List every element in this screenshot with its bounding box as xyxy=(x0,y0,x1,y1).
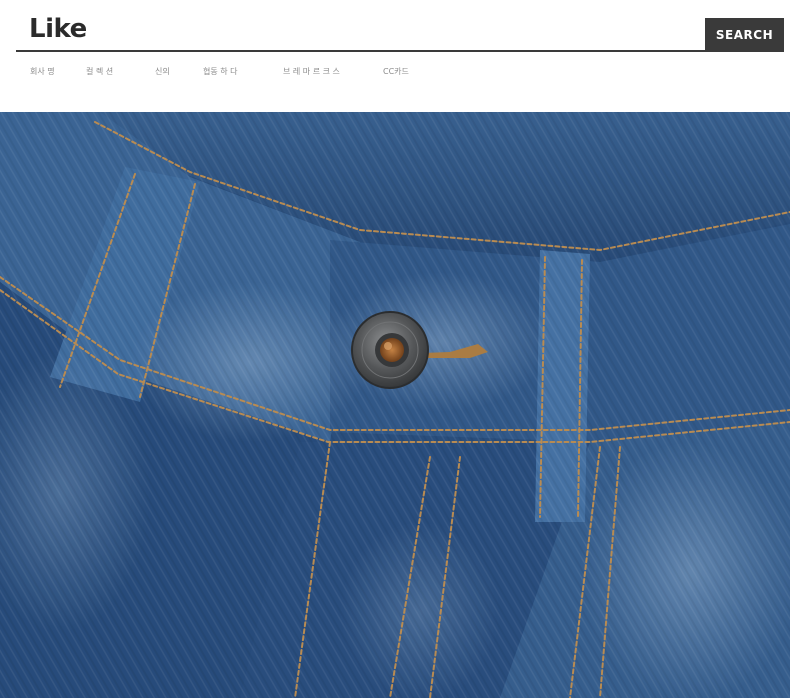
nav-item-company[interactable]: 회사 명 xyxy=(30,66,55,77)
nav-item-faith[interactable]: 신의 xyxy=(155,66,170,77)
nav-item-collection[interactable]: 컬 렉 션 xyxy=(86,66,113,77)
nav-item-cooperation[interactable]: 협동 하 다 xyxy=(203,66,238,77)
main-nav: 회사 명 컬 렉 션 신의 협동 하 다 브 레 마 르 크 스 CC카드 xyxy=(0,66,790,80)
header-divider xyxy=(16,50,706,52)
product-photo xyxy=(0,112,790,698)
site-logo[interactable]: Like xyxy=(29,14,87,44)
nav-item-brand[interactable]: 브 레 마 르 크 스 xyxy=(283,66,340,77)
jeans-closeup-image xyxy=(0,112,790,698)
site-header: Like SEARCH 회사 명 컬 렉 션 신의 협동 하 다 브 레 마 르… xyxy=(0,0,790,112)
nav-item-cc-card[interactable]: CC카드 xyxy=(383,66,409,77)
search-button[interactable]: SEARCH xyxy=(705,18,784,52)
